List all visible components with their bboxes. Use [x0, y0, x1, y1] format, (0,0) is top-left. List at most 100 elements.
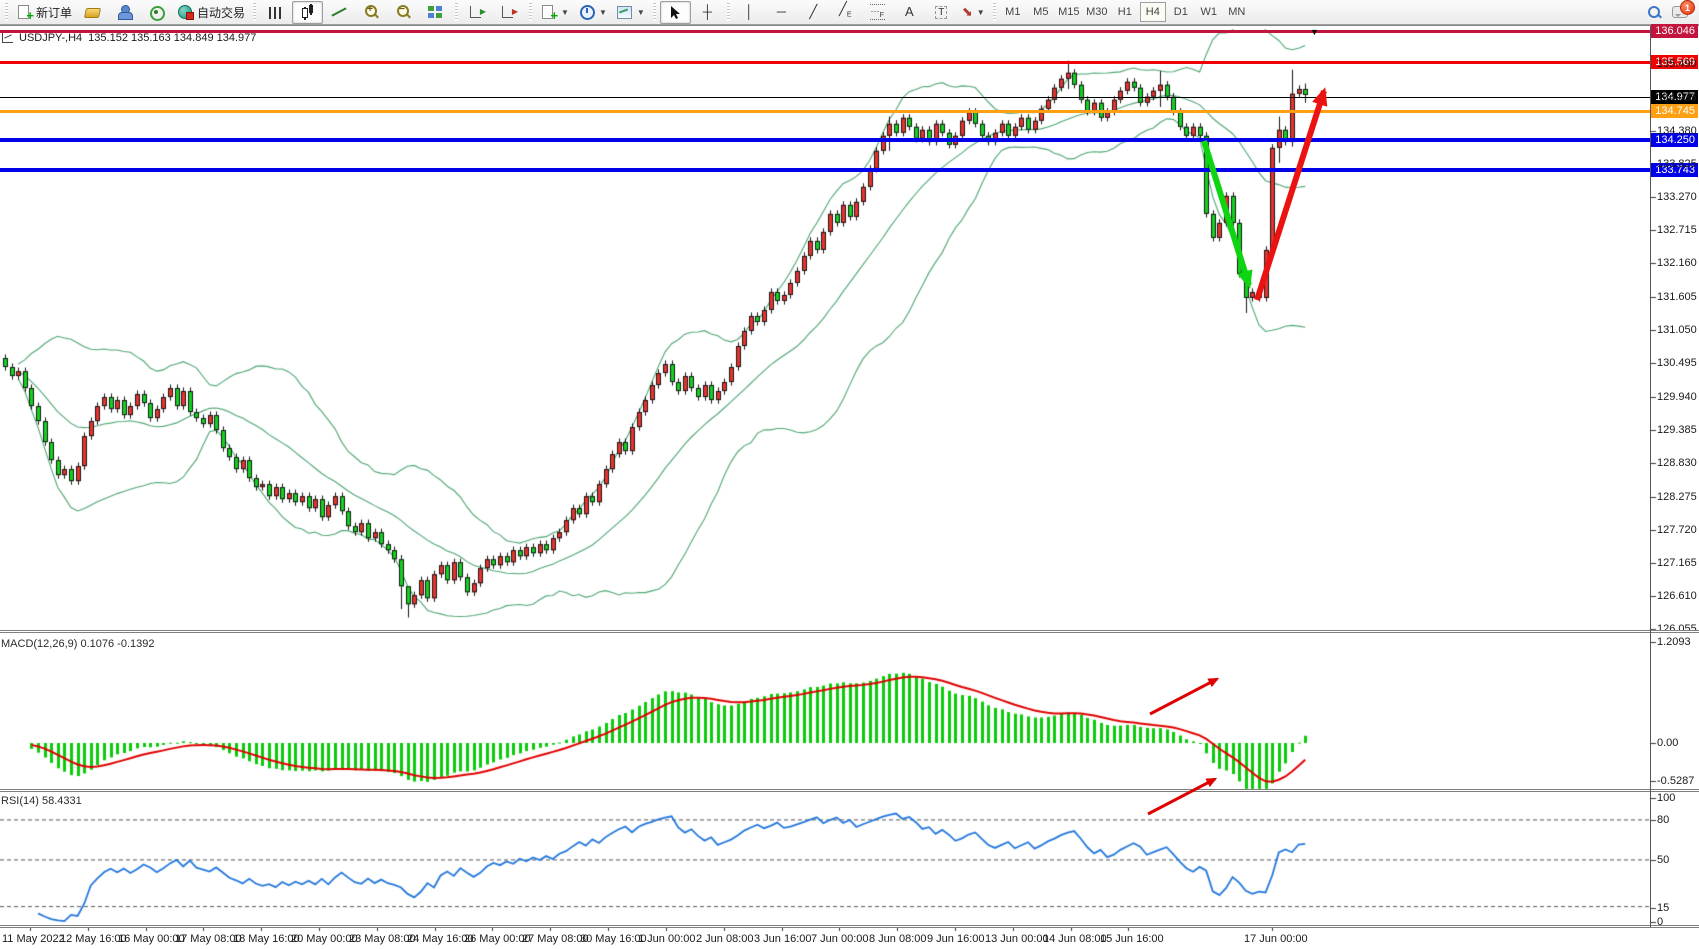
clock-icon [578, 4, 595, 20]
time-tick-label: 17 Jun 00:00 [1244, 933, 1308, 945]
current-price-line[interactable] [0, 97, 1650, 98]
timeframe-m30[interactable]: M30 [1084, 2, 1110, 22]
tile-windows-button[interactable] [420, 1, 451, 24]
price-tick: 128.275 [1657, 491, 1699, 503]
market-watch-button[interactable] [77, 1, 108, 24]
chart-ohlc-values: 135.152 135.163 134.849 134.977 [88, 32, 256, 44]
toolbar-grip[interactable] [5, 3, 8, 21]
bar-chart-mode-button[interactable] [260, 1, 291, 24]
auto-scroll-icon [469, 4, 486, 20]
horizontal-line-icon: ─ [777, 4, 786, 20]
timeframe-m5[interactable]: M5 [1028, 2, 1054, 22]
text-icon: A [905, 4, 914, 20]
time-tick-label: 17 May 08:00 [175, 933, 242, 945]
tile-windows-icon [427, 4, 444, 20]
toolbar-grip[interactable] [455, 3, 458, 21]
mini-chart-icon [2, 33, 13, 43]
support-2-line[interactable] [0, 168, 1650, 172]
signal-icon [148, 4, 165, 20]
crosshair-tool-button[interactable]: ┼ [692, 1, 723, 24]
timeframe-h1[interactable]: H1 [1112, 2, 1138, 22]
resistance-1-line[interactable] [0, 30, 1650, 33]
pivot-line[interactable] [0, 110, 1650, 113]
profile-button[interactable] [109, 1, 140, 24]
rsi-tick: 15 [1657, 902, 1699, 914]
timeframe-w1[interactable]: W1 [1196, 2, 1222, 22]
chart-symbol-period: USDJPY-,H4 [19, 32, 82, 44]
equidistant-channel-icon: ╱E [839, 1, 852, 24]
price-tick: 127.165 [1657, 557, 1699, 569]
time-tick-label: 18 May 16:00 [233, 933, 300, 945]
new-order-button[interactable]: 新订单 [12, 1, 76, 24]
templates-button[interactable]: ▼ [612, 1, 649, 24]
toolbar-grip[interactable] [653, 3, 656, 21]
timeframe-d1[interactable]: D1 [1168, 2, 1194, 22]
bar-chart-icon [269, 7, 282, 19]
time-tick-label: 30 May 16:00 [580, 933, 647, 945]
rsi-tick: 50 [1657, 854, 1699, 866]
indicators-button[interactable]: ▼ [536, 1, 573, 24]
timeframe-m15[interactable]: M15 [1056, 2, 1082, 22]
price-tick: 127.720 [1657, 524, 1699, 536]
price-tick: 130.495 [1657, 357, 1699, 369]
toolbar-grip[interactable] [993, 3, 996, 21]
object-anchor-icon[interactable]: ▼ [1310, 27, 1319, 37]
arrows-tool-button[interactable]: ⬊▼ [958, 1, 989, 24]
trendline-icon: ╱ [809, 4, 817, 20]
time-tick-label: 20 May 00:00 [291, 933, 358, 945]
caret-down-icon: ▼ [561, 8, 569, 17]
time-tick-label: 9 Jun 16:00 [927, 933, 985, 945]
timeframe-m1[interactable]: M1 [1000, 2, 1026, 22]
candlestick-icon [299, 4, 316, 20]
price-tick: 133.825 [1657, 158, 1699, 170]
periods-button[interactable]: ▼ [574, 1, 611, 24]
line-chart-mode-button[interactable] [324, 1, 355, 24]
channel-tool-button[interactable]: ╱E [830, 1, 861, 24]
text-label-icon: T [935, 6, 947, 19]
new-order-label: 新订单 [36, 4, 72, 21]
panel-separator[interactable] [0, 630, 1699, 633]
timeframe-mn[interactable]: MN [1224, 2, 1250, 22]
auto-scroll-button[interactable] [462, 1, 493, 24]
time-tick-label: 1 Jun 00:00 [638, 933, 696, 945]
price-tick: 134.380 [1657, 125, 1699, 137]
price-axis-border [1650, 26, 1651, 927]
autotrading-icon [177, 4, 194, 20]
text-tool-button[interactable]: A [894, 1, 925, 24]
resistance-2-line[interactable] [0, 61, 1650, 64]
panel-separator[interactable] [0, 925, 1699, 928]
zoom-out-button[interactable]: − [388, 1, 419, 24]
panel-separator[interactable] [0, 789, 1699, 792]
time-tick-label: 26 May 00:00 [464, 933, 531, 945]
trendline-tool-button[interactable]: ╱ [798, 1, 829, 24]
support-1-line[interactable] [0, 138, 1650, 142]
horizontal-line-tool-button[interactable]: ─ [766, 1, 797, 24]
toolbar-grip[interactable] [529, 3, 532, 21]
chart-canvas[interactable] [0, 26, 1699, 949]
timeframe-h4[interactable]: H4 [1140, 2, 1166, 22]
vertical-line-tool-button[interactable]: │ [734, 1, 765, 24]
user-icon [116, 4, 133, 20]
candlestick-mode-button[interactable] [292, 1, 323, 24]
notifications-button[interactable]: 1 [1671, 4, 1689, 20]
zoom-in-icon: + [363, 4, 380, 20]
cursor-tool-button[interactable] [660, 1, 691, 24]
search-icon[interactable] [1646, 4, 1663, 20]
time-tick-label: 7 Jun 00:00 [811, 933, 869, 945]
price-tick: 131.050 [1657, 324, 1699, 336]
toolbar-grip[interactable] [727, 3, 730, 21]
toolbar-grip[interactable] [253, 3, 256, 21]
autotrading-button[interactable]: 自动交易 [173, 1, 249, 24]
text-label-tool-button[interactable]: T [926, 1, 957, 24]
time-tick-label: 11 May 2022 [2, 933, 65, 945]
chart-window[interactable]: USDJPY-,H4 135.152 135.163 134.849 134.9… [0, 25, 1699, 949]
chart-shift-button[interactable] [494, 1, 525, 24]
time-tick-label: 3 Jun 16:00 [754, 933, 812, 945]
fibonacci-tool-button[interactable]: ⋯F [862, 1, 893, 24]
vertical-line-icon: │ [745, 4, 753, 20]
signals-button[interactable] [141, 1, 172, 24]
zoom-in-button[interactable]: + [356, 1, 387, 24]
price-tick: 129.385 [1657, 424, 1699, 436]
price-tick: 135.490 [1657, 58, 1699, 70]
zoom-out-icon: − [395, 4, 412, 20]
